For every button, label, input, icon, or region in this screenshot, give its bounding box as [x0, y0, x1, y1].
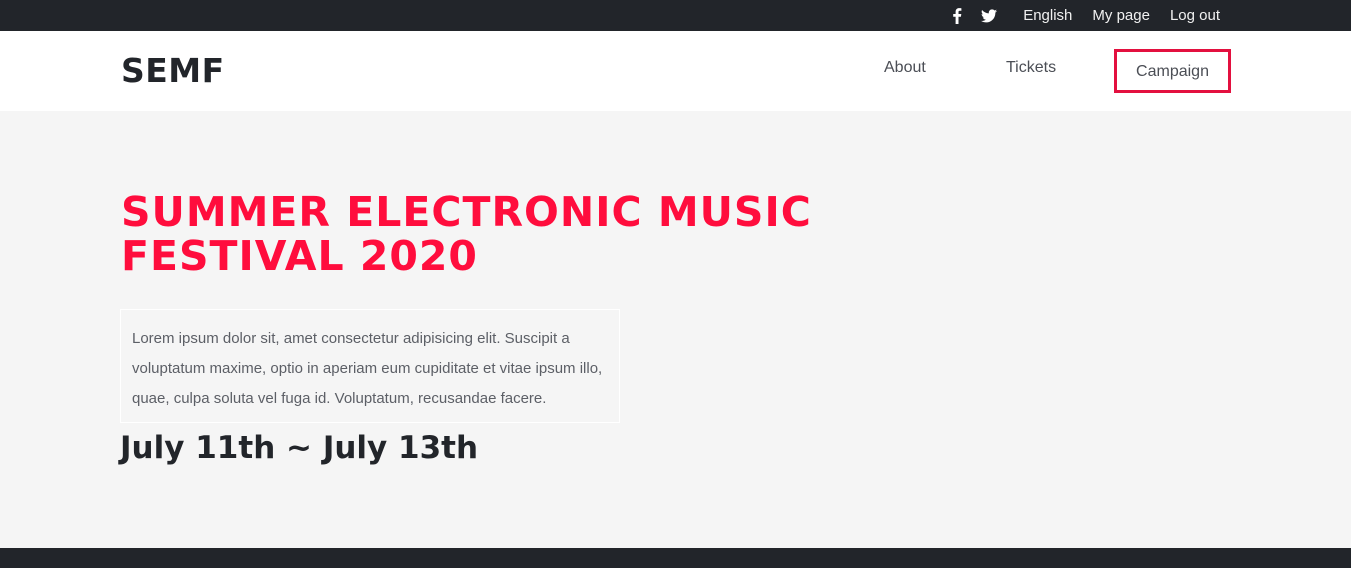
social-icons: [949, 7, 998, 24]
logout-link[interactable]: Log out: [1170, 7, 1220, 24]
main-navbar: SEMF About Tickets Campaign: [0, 31, 1351, 111]
nav-item-tickets[interactable]: Tickets: [1006, 59, 1056, 77]
festival-dates: July 11th ~ July 13th: [120, 430, 479, 466]
facebook-icon[interactable]: [949, 7, 965, 24]
description-box: Lorem ipsum dolor sit, amet consectetur …: [120, 309, 620, 423]
nav-item-about[interactable]: About: [884, 59, 926, 77]
festival-description: Lorem ipsum dolor sit, amet consectetur …: [132, 330, 603, 407]
site-logo[interactable]: SEMF: [121, 51, 225, 90]
festival-title: SUMMER ELECTRONIC MUSIC FESTIVAL 2020: [121, 188, 812, 280]
my-page-link[interactable]: My page: [1092, 7, 1150, 24]
top-utility-links: English My page Log out: [949, 0, 1220, 31]
footer-bar: [0, 548, 1351, 568]
nav-item-campaign[interactable]: Campaign: [1114, 49, 1231, 93]
language-link[interactable]: English: [1023, 7, 1072, 24]
top-utility-bar: English My page Log out: [0, 0, 1351, 31]
twitter-icon[interactable]: [981, 8, 998, 24]
